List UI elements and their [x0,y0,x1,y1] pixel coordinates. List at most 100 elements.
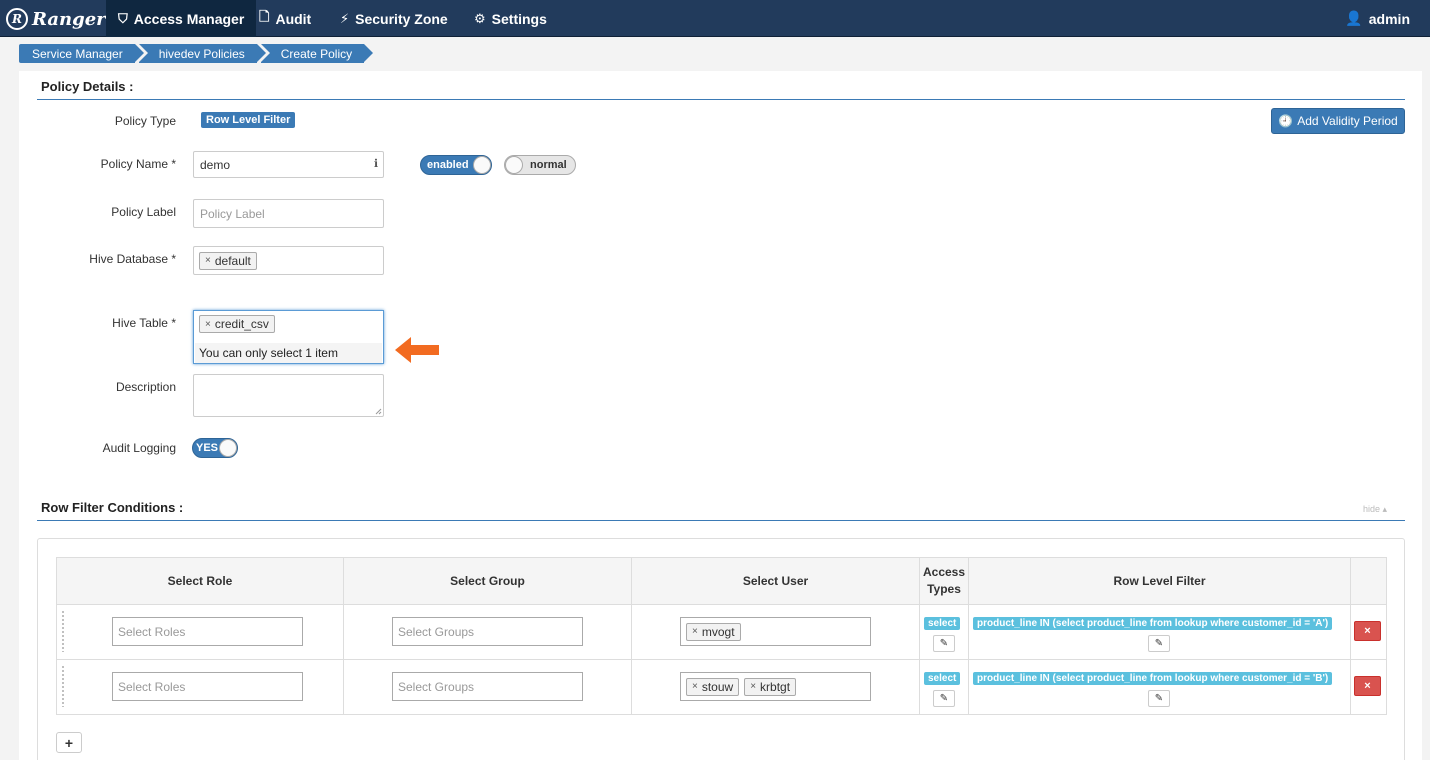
hive-database-tag: × default [199,251,257,270]
select-roles-placeholder: Select Roles [118,624,186,639]
hive-table-tag-label: credit_csv [214,317,269,331]
table-row-2-role-cell: Select Roles [56,659,344,715]
user-tag-label: stouw [701,679,734,694]
hive-table-select[interactable]: × credit_csv You can only select 1 item [193,310,384,364]
shield-icon: ⛉ [118,10,128,26]
description-label: Description [115,380,176,394]
nav-audit[interactable]: 🗋 Audit [247,0,323,37]
file-icon: 🗋 [259,8,270,24]
row-filter-divider [37,520,1405,521]
add-validity-period-label: Add Validity Period [1297,114,1398,128]
ranger-brand[interactable]: R Ranger [6,4,106,34]
select-users-input[interactable]: × stouw × krbtgt [680,672,871,701]
edit-access-button[interactable]: ✎ [933,635,955,652]
user-name: admin [1368,10,1410,27]
policy-form-panel: Policy Details : Policy Type Row Level F… [19,71,1422,760]
nav-settings[interactable]: ⚙ Settings [462,0,559,37]
nav-access-manager-label: Access Manager [133,10,245,27]
policy-name-value: demo [200,157,231,172]
hive-database-input[interactable]: × default [193,246,384,275]
select-roles-placeholder: Select Roles [118,679,186,694]
delete-row-button[interactable]: × [1354,676,1381,696]
user-tag: × krbtgt [744,677,797,696]
select-users-input[interactable]: ✎ × mvogt [680,617,871,646]
nav-access-manager[interactable]: ⛉ Access Manager [106,0,257,37]
pencil-icon: ✎ [939,638,949,649]
add-row-button[interactable]: + [56,732,82,753]
policy-enabled-toggle[interactable]: enabled [420,155,492,175]
drag-handle-icon[interactable] [61,610,65,652]
policy-name-input[interactable]: demo ℹ [193,151,384,178]
remove-user-icon[interactable]: × [750,681,756,692]
drag-handle-icon[interactable] [61,665,65,707]
policy-enabled-toggle-knob [473,156,491,174]
policy-enabled-toggle-label: enabled [427,159,469,171]
breadcrumb-create-policy[interactable]: Create Policy [260,44,374,63]
hive-table-tag: × credit_csv [199,315,275,333]
nav-security-zone[interactable]: ⚡ Security Zone [328,0,460,37]
info-icon[interactable]: ℹ [374,157,378,170]
add-validity-period-button[interactable]: 🕘 Add Validity Period [1271,108,1405,134]
table-row-2-user-cell: × stouw × krbtgt [631,659,920,715]
ranger-logo-icon: R [6,8,28,30]
breadcrumb-hivedev-policies[interactable]: hivedev Policies [138,44,266,63]
header-select-group: Select Group [343,557,632,605]
breadcrumb-service-manager[interactable]: Service Manager [19,44,144,63]
select-groups-input[interactable]: Select Groups [392,672,583,701]
user-menu[interactable]: 👤 admin [1345,0,1410,37]
access-type-badge: select [924,617,961,630]
select-groups-placeholder: Select Groups [398,679,475,694]
remove-user-icon[interactable]: × [692,626,698,637]
pencil-icon: ✎ [1154,638,1164,649]
user-icon: 👤 [1345,10,1363,26]
policy-details-title: Policy Details : [41,79,134,94]
select-roles-input[interactable]: Select Roles [112,672,303,701]
nav-settings-label: Settings [491,10,547,27]
user-tag-label: mvogt [701,624,735,639]
policy-type-label: Policy Type [114,114,176,128]
select-groups-input[interactable]: Select Groups [392,617,583,646]
delete-row-button[interactable]: × [1354,621,1381,641]
table-row-2-filter-cell: product_line IN (select product_line fro… [968,659,1351,715]
table-row-1-access-cell: select ✎ [919,604,969,660]
table-row-1-filter-cell: product_line IN (select product_line fro… [968,604,1351,660]
remove-tag-icon[interactable]: × [205,255,211,266]
hive-table-limit-message: You can only select 1 item [195,343,382,363]
policy-label-placeholder: Policy Label [200,206,265,221]
audit-logging-toggle-knob [219,439,237,457]
brand-name: Ranger [32,8,106,30]
access-type-badge: select [924,672,961,685]
audit-logging-toggle-label: YES [196,442,219,454]
remove-tag-icon[interactable]: × [205,319,211,330]
close-icon: × [1364,625,1371,637]
breadcrumb: Service Manager hivedev Policies Create … [19,44,374,63]
table-row-1-role-cell: Select Roles [56,604,344,660]
header-select-role: Select Role [56,557,344,605]
select-roles-input[interactable]: Select Roles [112,617,303,646]
table-row-2-action-cell: × [1350,659,1387,715]
top-navbar: R Ranger ⛉ Access Manager 🗋 Audit ⚡ Secu… [0,0,1430,37]
hive-database-label: Hive Database * [89,252,176,266]
header-select-user: Select User [631,557,920,605]
resize-handle-icon[interactable] [375,408,382,415]
edit-access-button[interactable]: ✎ [933,690,955,707]
policy-label-input[interactable]: Policy Label [193,199,384,228]
table-row-2-access-cell: select ✎ [919,659,969,715]
table-row-2-group-cell: Select Groups [343,659,632,715]
remove-user-icon[interactable]: × [692,681,698,692]
hive-database-tag-label: default [214,253,251,268]
row-filter-expression-badge: product_line IN (select product_line fro… [973,617,1333,630]
policy-name-label: Policy Name * [100,157,176,171]
description-textarea[interactable] [193,374,384,417]
policy-priority-toggle[interactable]: normal [504,155,576,175]
edit-filter-button[interactable]: ✎ [1148,690,1170,707]
header-actions [1350,557,1387,605]
orange-arrow-icon [395,337,439,363]
edit-filter-button[interactable]: ✎ [1148,635,1170,652]
policy-priority-toggle-label: normal [530,159,567,171]
user-tag: × stouw [686,677,740,696]
hide-section-link[interactable]: hide ▴ [1363,504,1387,515]
audit-logging-toggle[interactable]: YES [192,438,238,458]
table-row-1-user-cell: ✎ × mvogt [631,604,920,660]
policy-type-badge: Row Level Filter [201,112,296,128]
